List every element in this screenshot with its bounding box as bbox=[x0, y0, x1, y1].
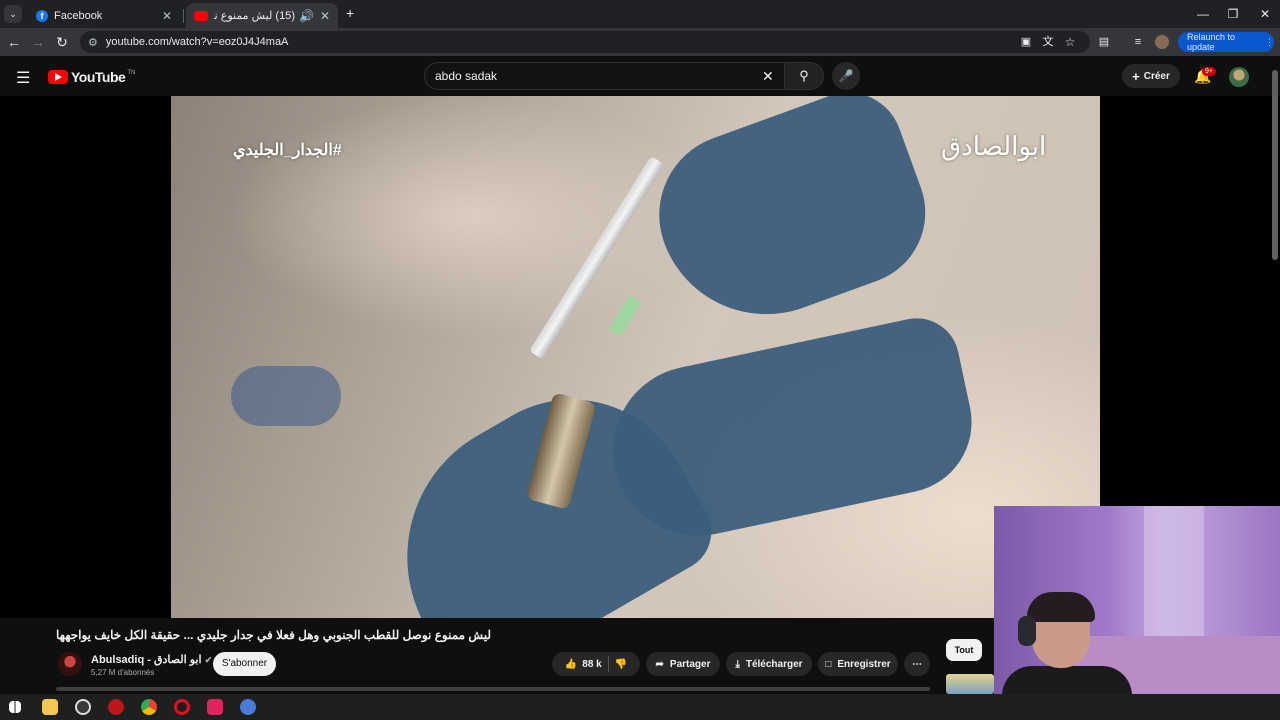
relaunch-label: Relaunch to update bbox=[1187, 32, 1236, 52]
cast-icon[interactable]: ▣ bbox=[1016, 32, 1036, 52]
kebab-menu-icon: ⋮ bbox=[1265, 36, 1274, 47]
channel-avatar[interactable] bbox=[58, 652, 82, 676]
tab-title: (15) ليش ممنوع نوصل للقط bbox=[214, 10, 295, 22]
video-frame[interactable]: #الجدار_الجليدي ابوالصادق bbox=[171, 96, 1100, 618]
minimize-button[interactable]: — bbox=[1188, 4, 1218, 24]
like-dislike-group: 👍 88 k 👎 bbox=[552, 652, 640, 676]
verified-icon: ✔ bbox=[204, 655, 213, 665]
thumbs-up-icon: 👍 bbox=[564, 658, 578, 670]
blue-app-icon[interactable] bbox=[240, 699, 256, 715]
page-scrollbar[interactable] bbox=[1272, 70, 1278, 260]
speaker-icon[interactable]: 🔊 bbox=[299, 9, 314, 23]
video-hashtag-overlay: #الجدار_الجليدي bbox=[233, 142, 342, 159]
webcam-person-hair bbox=[1027, 592, 1095, 622]
save-label: Enregistrer bbox=[837, 658, 891, 670]
notification-badge: 9+ bbox=[1202, 67, 1216, 76]
browser-toolbar: ← → ↻ ⚙ youtube.com/watch?v=eoz0J4J4maA … bbox=[0, 28, 1280, 56]
forward-button[interactable]: → bbox=[28, 32, 48, 52]
voice-search-button[interactable]: 🎤 bbox=[832, 62, 860, 90]
video-title: ليش ممنوع نوصل للقطب الجنوبي وهل فعلا في… bbox=[56, 628, 491, 642]
file-explorer-icon[interactable] bbox=[42, 699, 58, 715]
tab-divider bbox=[183, 9, 184, 23]
share-label: Partager bbox=[669, 658, 711, 670]
mic-icon: 🎤 bbox=[838, 69, 854, 83]
download-label: Télécharger bbox=[745, 658, 803, 670]
chrome-icon[interactable] bbox=[141, 699, 157, 715]
windows-taskbar bbox=[0, 694, 1280, 720]
create-label: Créer bbox=[1143, 70, 1170, 82]
download-button[interactable]: ⤓ Télécharger bbox=[726, 652, 812, 676]
pink-app-icon[interactable] bbox=[207, 699, 223, 715]
tab-title: Facebook bbox=[54, 9, 103, 22]
tab-youtube[interactable]: (15) ليش ممنوع نوصل للقط 🔊 ✕ bbox=[186, 3, 338, 28]
country-code: TN bbox=[127, 70, 136, 76]
channel-name-text: Abulsadiq - ابو الصادق bbox=[91, 654, 202, 666]
divider bbox=[607, 656, 609, 672]
youtube-favicon-icon bbox=[194, 10, 208, 21]
share-button[interactable]: ➦ Partager bbox=[646, 652, 720, 676]
address-bar[interactable]: ⚙ youtube.com/watch?v=eoz0J4J4maA bbox=[80, 31, 1090, 53]
glove-shape bbox=[636, 96, 946, 345]
description-box-edge bbox=[56, 687, 930, 691]
search-icon: ⚲ bbox=[799, 68, 809, 83]
account-avatar[interactable] bbox=[1229, 67, 1249, 87]
youtube-play-icon bbox=[48, 70, 68, 84]
red-app-icon[interactable] bbox=[108, 699, 124, 715]
opera-icon[interactable] bbox=[174, 699, 190, 715]
save-button[interactable]: □ Enregistrer bbox=[818, 652, 898, 676]
chip-all[interactable]: Tout bbox=[946, 639, 982, 661]
download-icon: ⤓ bbox=[735, 658, 740, 670]
channel-name[interactable]: Abulsadiq - ابو الصادق ✔ bbox=[91, 653, 212, 666]
search-button[interactable]: ⚲ bbox=[784, 62, 824, 90]
search-input[interactable]: abdo sadak bbox=[424, 62, 784, 90]
restore-button[interactable]: ❐ bbox=[1218, 4, 1248, 24]
webcam-overlay bbox=[994, 506, 1280, 720]
youtube-header: ☰ YouTube TN abdo sadak ✕ ⚲ 🎤 + Créer 🔔 bbox=[0, 56, 1280, 96]
plus-icon: + bbox=[1132, 68, 1140, 84]
bookmark-star-icon[interactable]: ☆ bbox=[1060, 32, 1080, 52]
glove-shape bbox=[231, 366, 341, 426]
more-icon: ⋯ bbox=[912, 658, 922, 670]
hamburger-icon[interactable]: ☰ bbox=[16, 68, 30, 88]
close-tab-icon[interactable]: ✕ bbox=[320, 9, 330, 23]
profile-avatar[interactable] bbox=[1155, 35, 1169, 49]
tab-facebook[interactable]: f Facebook ✕ bbox=[28, 3, 180, 28]
recommended-thumbnail[interactable] bbox=[946, 674, 994, 694]
share-icon: ➦ bbox=[655, 658, 664, 670]
browser-tab-strip: ⌄ f Facebook ✕ (15) ليش ممنوع نوصل للقط … bbox=[0, 0, 1280, 28]
obs-icon[interactable] bbox=[75, 699, 91, 715]
like-count: 88 k bbox=[582, 658, 602, 670]
dislike-button[interactable]: 👎 bbox=[615, 659, 627, 670]
reading-list-icon[interactable]: ≡ bbox=[1128, 32, 1148, 52]
subscribe-button[interactable]: S'abonner bbox=[213, 652, 276, 676]
facebook-favicon-icon: f bbox=[36, 9, 48, 22]
bookmark-icon: □ bbox=[825, 658, 832, 670]
back-button[interactable]: ← bbox=[4, 32, 24, 52]
subscriber-count: 5,27 M d'abonnés bbox=[91, 668, 155, 677]
headset-icon bbox=[1018, 616, 1036, 646]
site-info-icon[interactable]: ⚙ bbox=[88, 36, 98, 49]
like-button[interactable]: 👍 88 k bbox=[565, 659, 602, 670]
reload-button[interactable]: ↻ bbox=[52, 32, 72, 52]
new-tab-button[interactable]: + bbox=[346, 5, 354, 21]
youtube-wordmark: YouTube bbox=[71, 69, 126, 85]
video-logo-overlay: ابوالصادق bbox=[941, 132, 1047, 162]
extensions-icon[interactable]: ▤ bbox=[1094, 32, 1114, 52]
close-window-button[interactable]: ✕ bbox=[1250, 4, 1280, 24]
youtube-logo[interactable]: YouTube TN bbox=[48, 69, 135, 85]
clear-search-icon[interactable]: ✕ bbox=[762, 68, 774, 85]
relaunch-button[interactable]: Relaunch to update ⋮ bbox=[1178, 32, 1274, 52]
translate-icon[interactable]: 文 bbox=[1038, 32, 1058, 52]
tab-search-dropdown[interactable]: ⌄ bbox=[4, 5, 22, 23]
close-tab-icon[interactable]: ✕ bbox=[162, 9, 172, 23]
more-actions-button[interactable]: ⋯ bbox=[904, 652, 930, 676]
url-text: youtube.com/watch?v=eoz0J4J4maA bbox=[105, 36, 289, 48]
syringe-shape bbox=[529, 156, 665, 360]
thumbs-down-icon: 👎 bbox=[614, 658, 628, 670]
needle-hub-shape bbox=[608, 295, 642, 337]
create-button[interactable]: + Créer bbox=[1122, 64, 1180, 88]
windows-start-icon[interactable] bbox=[9, 701, 21, 713]
